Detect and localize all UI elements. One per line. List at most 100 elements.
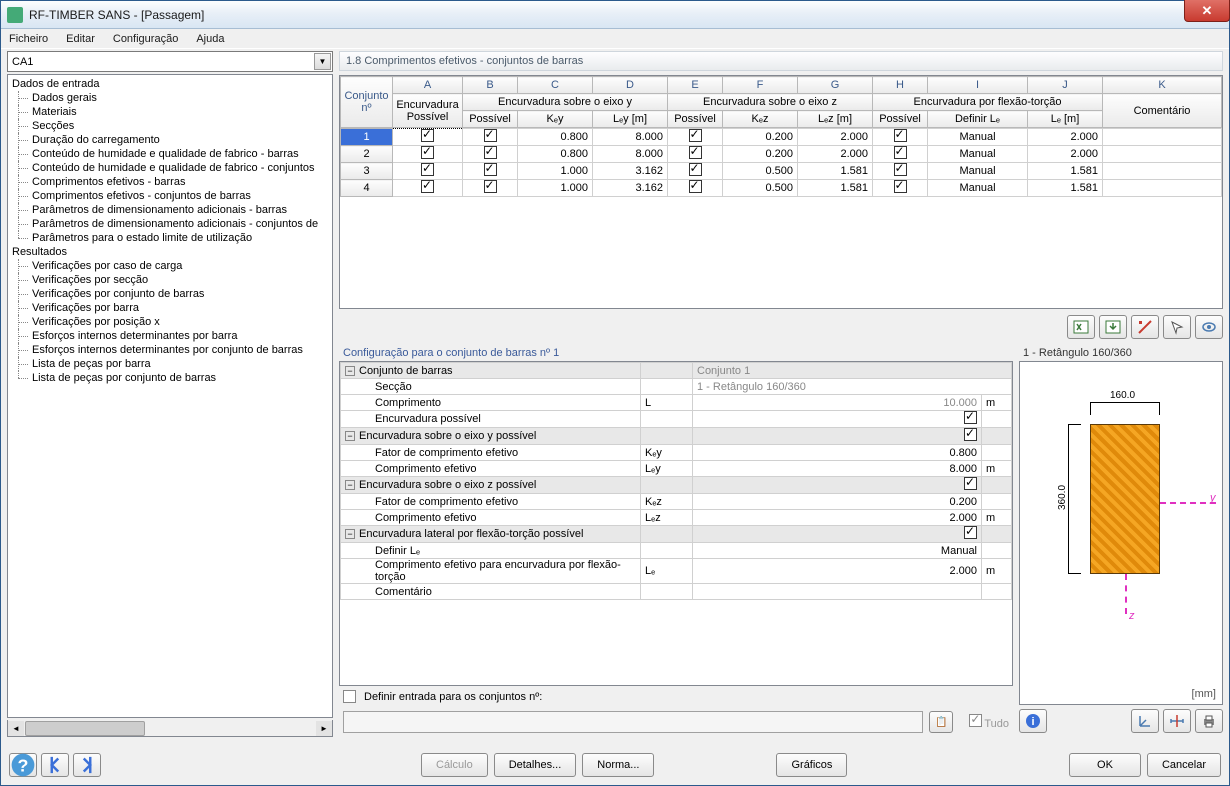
view-button[interactable]	[1195, 315, 1223, 339]
checkbox[interactable]	[964, 477, 977, 490]
cell-check[interactable]	[463, 180, 518, 197]
help-button[interactable]: ?	[9, 753, 37, 777]
cell-check[interactable]	[463, 129, 518, 146]
tree-item[interactable]: Verificações por secção	[10, 273, 330, 287]
pick-button[interactable]	[1163, 315, 1191, 339]
tree-input-root[interactable]: Dados de entrada	[10, 77, 330, 91]
detail-value[interactable]: 2.000	[693, 559, 982, 584]
cell-value[interactable]: 2.000	[1028, 129, 1103, 146]
col-header[interactable]: Encurvadura por flexão-torção	[873, 94, 1103, 111]
cell-check[interactable]	[873, 180, 928, 197]
col-letter[interactable]: J	[1028, 77, 1103, 94]
tree-item[interactable]: Materiais	[10, 105, 330, 119]
info-button[interactable]: i	[1019, 709, 1047, 733]
cell-value[interactable]: 0.800	[518, 146, 593, 163]
cell-value[interactable]: Manual	[928, 163, 1028, 180]
col-letter[interactable]: D	[593, 77, 668, 94]
col-letter[interactable]: B	[463, 77, 518, 94]
cancel-button[interactable]: Cancelar	[1147, 753, 1221, 777]
cell-value[interactable]: 8.000	[593, 129, 668, 146]
col-header[interactable]: Conjunto nº	[341, 77, 393, 128]
tree-results-root[interactable]: Resultados	[10, 245, 330, 259]
cell-value[interactable]: 8.000	[593, 146, 668, 163]
detail-value[interactable]: Manual	[693, 543, 982, 559]
col-letter[interactable]: C	[518, 77, 593, 94]
cell-value[interactable]: Manual	[928, 180, 1028, 197]
norm-button[interactable]: Norma...	[582, 753, 654, 777]
define-input[interactable]	[343, 711, 923, 733]
tree-item[interactable]: Verificações por caso de carga	[10, 259, 330, 273]
row-number[interactable]: 1	[341, 129, 393, 146]
cell-value[interactable]: Manual	[928, 146, 1028, 163]
excel-export-button[interactable]	[1067, 315, 1095, 339]
all-checkbox[interactable]	[969, 714, 982, 727]
cell-value[interactable]: 3.162	[593, 180, 668, 197]
tree-hscroll[interactable]: ◄ ►	[7, 720, 333, 737]
table-row[interactable]: 10.8008.0000.2002.000Manual2.000	[341, 129, 1222, 146]
cell-value[interactable]: 1.000	[518, 163, 593, 180]
cell-value[interactable]: 2.000	[798, 129, 873, 146]
details-button[interactable]: Detalhes...	[494, 753, 577, 777]
cell-value[interactable]: 0.500	[723, 163, 798, 180]
cell-value[interactable]: 1.581	[798, 180, 873, 197]
cell-value[interactable]: 0.500	[723, 180, 798, 197]
col-letter[interactable]: K	[1103, 77, 1222, 94]
col-letter[interactable]: F	[723, 77, 798, 94]
col-letter[interactable]: A	[393, 77, 463, 94]
checkbox[interactable]	[964, 428, 977, 441]
cell-value[interactable]	[1103, 180, 1222, 197]
next-button[interactable]	[73, 753, 101, 777]
collapse-icon[interactable]: −	[345, 431, 355, 441]
collapse-icon[interactable]: −	[345, 480, 355, 490]
cell-check[interactable]	[668, 129, 723, 146]
tree-item[interactable]: Verificações por barra	[10, 301, 330, 315]
prev-button[interactable]	[41, 753, 69, 777]
pick-sets-button[interactable]: 📋	[929, 711, 953, 733]
col-header[interactable]: Encurvadura Possível	[393, 94, 463, 128]
tree-item[interactable]: Comprimentos efetivos - conjuntos de bar…	[10, 189, 330, 203]
col-header[interactable]: Possível	[873, 111, 928, 128]
cell-check[interactable]	[873, 163, 928, 180]
tree-item[interactable]: Parâmetros para o estado limite de utili…	[10, 231, 330, 245]
tree-item[interactable]: Dados gerais	[10, 91, 330, 105]
cell-value[interactable]: 2.000	[1028, 146, 1103, 163]
detail-value[interactable]: 0.200	[693, 494, 982, 510]
checkbox[interactable]	[964, 411, 977, 424]
graphics-button[interactable]: Gráficos	[776, 753, 847, 777]
col-letter[interactable]: I	[928, 77, 1028, 94]
units-button[interactable]	[1131, 315, 1159, 339]
axes-button[interactable]	[1131, 709, 1159, 733]
tree-item[interactable]: Esforços internos determinantes por conj…	[10, 343, 330, 357]
cell-check[interactable]	[668, 163, 723, 180]
menu-edit[interactable]: Editar	[62, 31, 99, 47]
col-header[interactable]: Comentário	[1103, 94, 1222, 128]
tree-item[interactable]: Secções	[10, 119, 330, 133]
tree-item[interactable]: Duração do carregamento	[10, 133, 330, 147]
row-number[interactable]: 4	[341, 180, 393, 197]
menu-config[interactable]: Configuração	[109, 31, 182, 47]
scroll-thumb[interactable]	[25, 721, 145, 736]
tree-item[interactable]: Comprimentos efetivos - barras	[10, 175, 330, 189]
scroll-left-icon[interactable]: ◄	[8, 721, 24, 736]
col-letter[interactable]: G	[798, 77, 873, 94]
tree-item[interactable]: Parâmetros de dimensionamento adicionais…	[10, 217, 330, 231]
tree-item[interactable]: Lista de peças por conjunto de barras	[10, 371, 330, 385]
cell-value[interactable]: 3.162	[593, 163, 668, 180]
cell-value[interactable]: 2.000	[798, 146, 873, 163]
detail-value[interactable]: 0.800	[693, 445, 982, 461]
cell-value[interactable]: 0.800	[518, 129, 593, 146]
ok-button[interactable]: OK	[1069, 753, 1141, 777]
load-case-dropdown[interactable]: CA1 ▼	[7, 51, 333, 72]
cell-value[interactable]	[1103, 146, 1222, 163]
col-header[interactable]: Encurvadura sobre o eixo z	[668, 94, 873, 111]
cell-check[interactable]	[668, 146, 723, 163]
print-button[interactable]	[1195, 709, 1223, 733]
cell-value[interactable]	[1103, 129, 1222, 146]
table-row[interactable]: 41.0003.1620.5001.581Manual1.581	[341, 180, 1222, 197]
col-header[interactable]: Lₑz [m]	[798, 111, 873, 128]
define-checkbox[interactable]	[343, 690, 356, 703]
table-row[interactable]: 31.0003.1620.5001.581Manual1.581	[341, 163, 1222, 180]
col-header[interactable]: Kₑy	[518, 111, 593, 128]
col-letter[interactable]: H	[873, 77, 928, 94]
detail-value[interactable]: 2.000	[693, 510, 982, 526]
